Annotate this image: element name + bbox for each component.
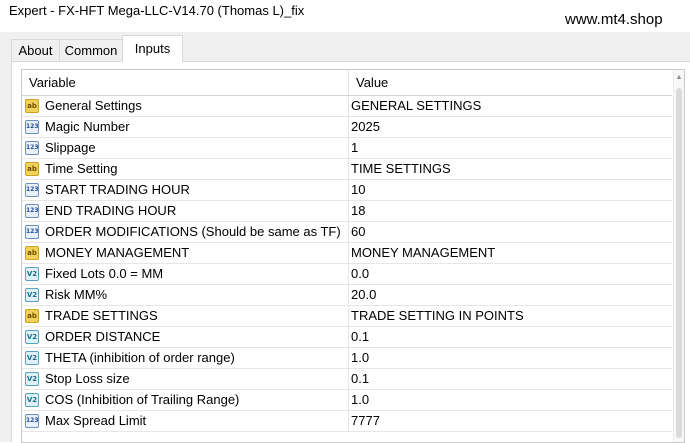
integer-type-icon: 123: [25, 414, 39, 428]
variable-cell: 123 Magic Number: [22, 117, 349, 137]
table-row[interactable]: 123 ORDER MODIFICATIONS (Should be same a…: [22, 222, 672, 243]
double-type-icon: V2: [25, 288, 39, 302]
variable-name: THETA (inhibition of order range): [45, 350, 235, 365]
variable-cell: V2 THETA (inhibition of order range): [22, 348, 349, 368]
variable-cell: V2 ORDER DISTANCE: [22, 327, 349, 347]
value-cell[interactable]: 18: [349, 201, 672, 221]
variable-name: TRADE SETTINGS: [45, 308, 158, 323]
string-type-icon: ab: [25, 246, 39, 260]
variable-cell: 123 START TRADING HOUR: [22, 180, 349, 200]
value-cell[interactable]: 7777: [349, 411, 672, 431]
double-type-icon: V2: [25, 330, 39, 344]
variable-name: Risk MM%: [45, 287, 108, 302]
inputs-table: Variable Value ab General Settings GENERAL…: [21, 69, 685, 443]
scroll-thumb[interactable]: [676, 88, 682, 438]
column-header-value[interactable]: Value: [349, 70, 672, 95]
table-row[interactable]: ab Time Setting TIME SETTINGS: [22, 159, 672, 180]
value-cell[interactable]: 0.1: [349, 327, 672, 347]
column-header-variable[interactable]: Variable: [22, 70, 349, 95]
tab-common[interactable]: Common: [59, 39, 123, 61]
table-row[interactable]: ab General Settings GENERAL SETTINGS: [22, 96, 672, 117]
table-row[interactable]: ab TRADE SETTINGS TRADE SETTING IN POINTS: [22, 306, 672, 327]
table-row[interactable]: V2 COS (Inhibition of Trailing Range) 1.0: [22, 390, 672, 411]
integer-type-icon: 123: [25, 141, 39, 155]
value-cell[interactable]: TRADE SETTING IN POINTS: [349, 306, 672, 326]
variable-cell: 123 ORDER MODIFICATIONS (Should be same a…: [22, 222, 349, 242]
table-row[interactable]: 123 END TRADING HOUR 18: [22, 201, 672, 222]
integer-type-icon: 123: [25, 225, 39, 239]
variable-name: START TRADING HOUR: [45, 182, 190, 197]
value-cell[interactable]: GENERAL SETTINGS: [349, 96, 672, 116]
variable-cell: V2 Stop Loss size: [22, 369, 349, 389]
variable-name: ORDER MODIFICATIONS (Should be same as T…: [45, 224, 341, 239]
variable-cell: V2 Fixed Lots 0.0 = MM: [22, 264, 349, 284]
variable-name: General Settings: [45, 98, 142, 113]
table-row[interactable]: 123 START TRADING HOUR 10: [22, 180, 672, 201]
variable-cell: 123 Max Spread Limit: [22, 411, 349, 431]
table-row[interactable]: V2 THETA (inhibition of order range) 1.0: [22, 348, 672, 369]
double-type-icon: V2: [25, 267, 39, 281]
value-cell[interactable]: 1.0: [349, 348, 672, 368]
tab-inputs[interactable]: Inputs: [122, 35, 183, 62]
variable-cell: ab TRADE SETTINGS: [22, 306, 349, 326]
variable-name: Slippage: [45, 140, 96, 155]
double-type-icon: V2: [25, 351, 39, 365]
variable-cell: 123 Slippage: [22, 138, 349, 158]
tab-about[interactable]: About: [11, 39, 60, 61]
variable-cell: V2 Risk MM%: [22, 285, 349, 305]
variable-name: END TRADING HOUR: [45, 203, 177, 218]
table-row[interactable]: ab MONEY MANAGEMENT MONEY MANAGEMENT: [22, 243, 672, 264]
integer-type-icon: 123: [25, 183, 39, 197]
value-cell[interactable]: 1: [349, 138, 672, 158]
double-type-icon: V2: [25, 393, 39, 407]
value-cell[interactable]: 2025: [349, 117, 672, 137]
string-type-icon: ab: [25, 162, 39, 176]
integer-type-icon: 123: [25, 204, 39, 218]
variable-name: COS (Inhibition of Trailing Range): [45, 392, 240, 407]
value-cell[interactable]: 20.0: [349, 285, 672, 305]
value-cell[interactable]: 10: [349, 180, 672, 200]
variable-cell: ab MONEY MANAGEMENT: [22, 243, 349, 263]
dialog-panel: About Common Inputs Variable Value ab Gen…: [0, 32, 690, 443]
table-row[interactable]: 123 Max Spread Limit 7777: [22, 411, 672, 432]
window-title: Expert - FX-HFT Mega-LLC-V14.70 (Thomas …: [9, 3, 305, 18]
table-row[interactable]: V2 Stop Loss size 0.1: [22, 369, 672, 390]
integer-type-icon: 123: [25, 120, 39, 134]
variable-cell: V2 COS (Inhibition of Trailing Range): [22, 390, 349, 410]
double-type-icon: V2: [25, 372, 39, 386]
variable-cell: ab General Settings: [22, 96, 349, 116]
table-row[interactable]: V2 Risk MM% 20.0: [22, 285, 672, 306]
vertical-scrollbar[interactable]: ▲: [673, 70, 684, 442]
variable-name: ORDER DISTANCE: [45, 329, 161, 344]
value-cell[interactable]: 0.1: [349, 369, 672, 389]
table-row[interactable]: 123 Magic Number 2025: [22, 117, 672, 138]
variable-name: MONEY MANAGEMENT: [45, 245, 190, 260]
value-cell[interactable]: 0.0: [349, 264, 672, 284]
string-type-icon: ab: [25, 309, 39, 323]
variable-name: Max Spread Limit: [45, 413, 147, 428]
string-type-icon: ab: [25, 99, 39, 113]
variable-name: Magic Number: [45, 119, 130, 134]
value-cell[interactable]: 1.0: [349, 390, 672, 410]
table-row[interactable]: 123 Slippage 1: [22, 138, 672, 159]
scroll-up-arrow-icon[interactable]: ▲: [675, 74, 683, 82]
watermark-text: www.mt4.shop: [565, 11, 663, 28]
value-cell[interactable]: 60: [349, 222, 672, 242]
variable-cell: ab Time Setting: [22, 159, 349, 179]
value-cell[interactable]: MONEY MANAGEMENT: [349, 243, 672, 263]
table-row[interactable]: V2 ORDER DISTANCE 0.1: [22, 327, 672, 348]
title-bar: Expert - FX-HFT Mega-LLC-V14.70 (Thomas …: [0, 0, 690, 32]
variable-name: Fixed Lots 0.0 = MM: [45, 266, 164, 281]
inputs-tab-page: Variable Value ab General Settings GENERAL…: [11, 61, 690, 443]
variable-cell: 123 END TRADING HOUR: [22, 201, 349, 221]
value-cell[interactable]: TIME SETTINGS: [349, 159, 672, 179]
table-header: Variable Value: [22, 70, 672, 96]
variable-name: Stop Loss size: [45, 371, 130, 386]
table-row[interactable]: V2 Fixed Lots 0.0 = MM 0.0: [22, 264, 672, 285]
variable-name: Time Setting: [45, 161, 118, 176]
